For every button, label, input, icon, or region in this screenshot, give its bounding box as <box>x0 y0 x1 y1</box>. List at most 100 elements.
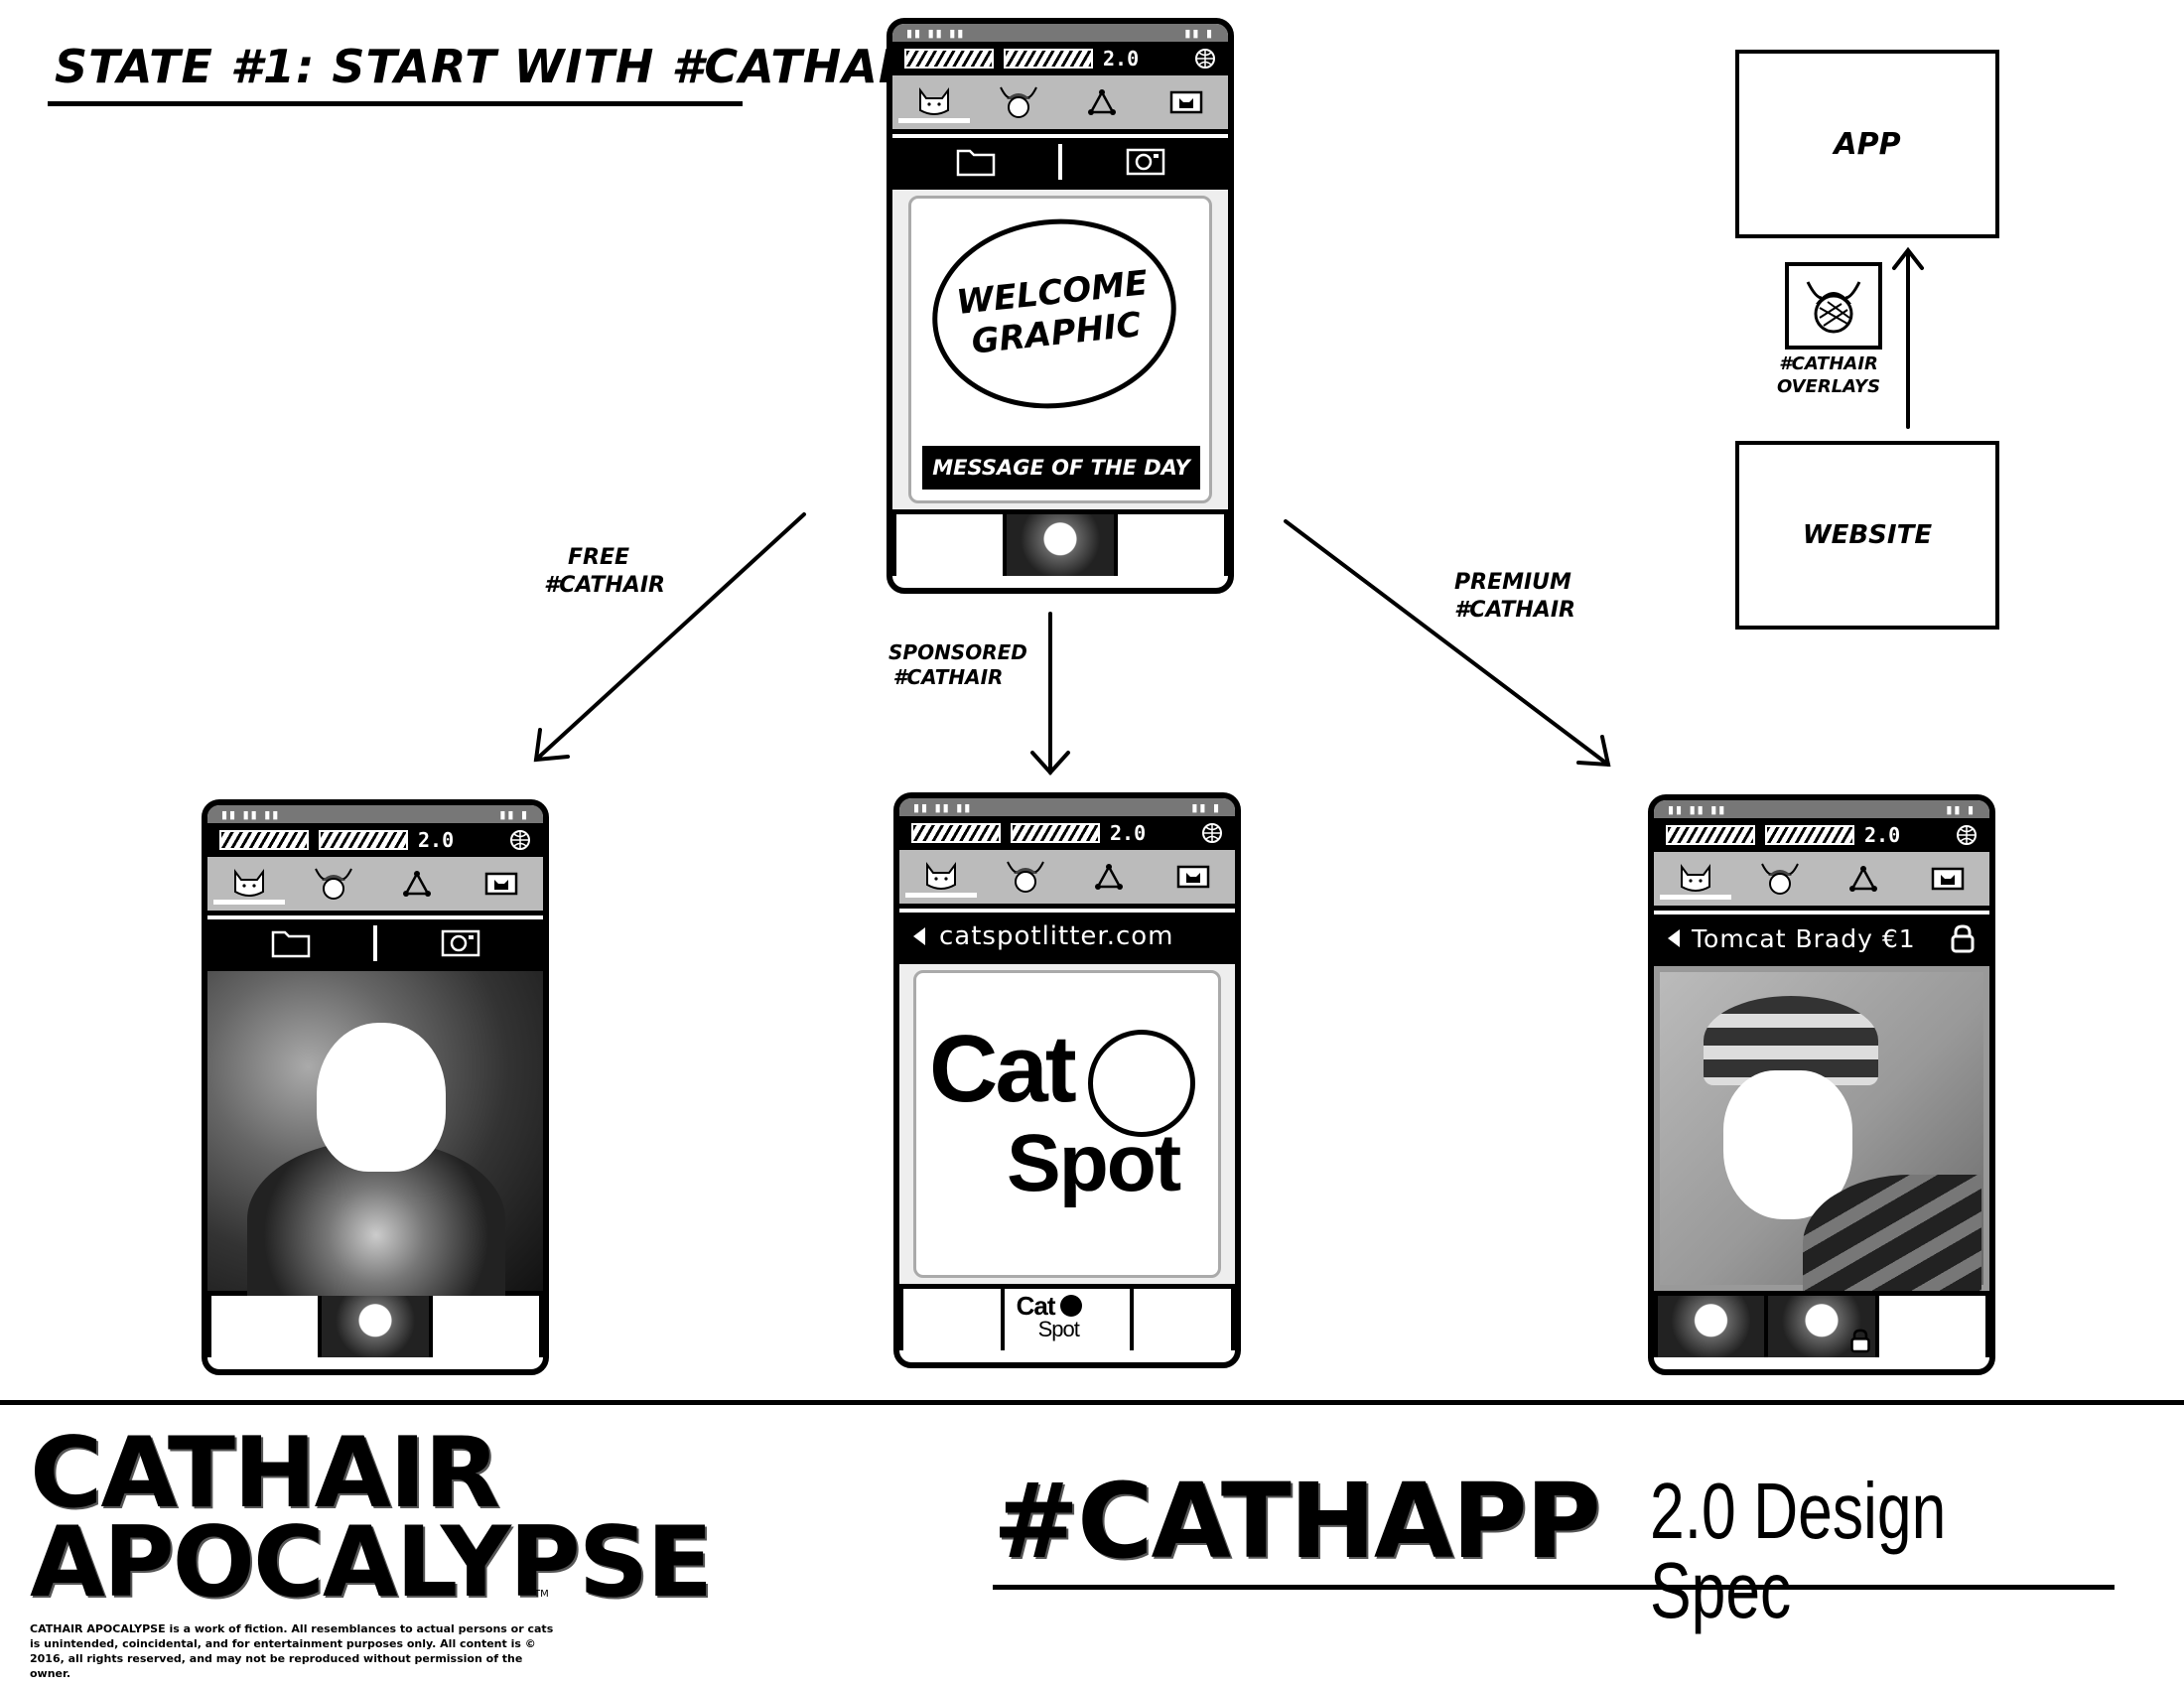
thumbnail-empty[interactable] <box>899 1289 1005 1350</box>
app-label: APP <box>1834 126 1901 162</box>
tab-cat[interactable] <box>905 857 978 898</box>
thumbnail-empty[interactable] <box>1134 1289 1235 1350</box>
tab-cat[interactable] <box>898 82 971 123</box>
thumbnail-selected[interactable] <box>1007 514 1118 576</box>
website-label: WEBSITE <box>1802 520 1933 550</box>
camera-icon <box>1126 148 1164 176</box>
tab-share[interactable] <box>1842 859 1885 899</box>
arrow-premium <box>1284 519 1610 767</box>
meter-2 <box>1004 49 1093 69</box>
thumbnail-locked[interactable] <box>1768 1296 1879 1357</box>
meter-2 <box>1011 823 1100 843</box>
tab-bar <box>1654 852 1989 911</box>
info-bar: 2.0 <box>1654 818 1989 852</box>
thumbnail-sponsor-logo[interactable]: Cat Spot <box>1004 1289 1135 1350</box>
viking-cat-icon <box>1760 863 1799 895</box>
camera-button[interactable] <box>1062 138 1228 186</box>
tab-share[interactable] <box>1080 82 1124 122</box>
tab-bar <box>899 850 1235 909</box>
tv-cat-icon <box>1176 865 1209 889</box>
tab-viking[interactable] <box>312 864 355 904</box>
toolbar <box>207 915 543 967</box>
globe-icon[interactable] <box>1194 48 1216 70</box>
camera-icon <box>441 929 479 957</box>
tab-tv[interactable] <box>1926 859 1970 899</box>
meter-2 <box>1765 825 1854 845</box>
thumbnail-empty[interactable] <box>207 1296 323 1357</box>
status-bar: ▮▮ ▮▮ ▮▮ ▮▮ ▮ <box>892 24 1228 42</box>
tv-cat-icon <box>1931 867 1964 891</box>
thumb-logo-spot: Spot <box>1037 1317 1080 1341</box>
tab-viking[interactable] <box>1004 857 1047 897</box>
toolbar <box>892 134 1228 186</box>
meter-2 <box>319 830 408 850</box>
back-arrow-icon[interactable] <box>913 927 925 945</box>
spec-title: 2.0 Design Spec <box>1650 1467 1947 1634</box>
share-icon <box>1849 866 1878 892</box>
disclaimer-text: CATHAIR APOCALYPSE is a work of fiction.… <box>30 1622 554 1680</box>
label-premium: PREMIUM #CATHAIR <box>1454 570 1575 623</box>
meter-1 <box>904 49 994 69</box>
lock-icon <box>1849 1329 1870 1353</box>
camera-button[interactable] <box>377 919 543 967</box>
phone-premium: ▮▮ ▮▮ ▮▮ ▮▮ ▮ 2.0 Tomcat Brady €1 <box>1648 794 1995 1375</box>
tab-bar <box>207 857 543 915</box>
tab-cat[interactable] <box>1660 859 1732 900</box>
thumbnail-selected[interactable] <box>322 1296 433 1357</box>
thumbnail-strip <box>892 509 1228 576</box>
overlay-label: #CATHAIR OVERLAYS <box>1776 353 1881 397</box>
tab-viking[interactable] <box>1758 859 1802 899</box>
thumbnail-strip: Cat Spot <box>899 1284 1235 1350</box>
folder-icon <box>956 149 995 177</box>
sponsor-url-bar[interactable]: catspotlitter.com <box>899 909 1235 960</box>
tab-cat[interactable] <box>213 864 286 905</box>
thumbnail-empty[interactable] <box>1117 514 1228 576</box>
spec-title-underline <box>993 1585 2115 1590</box>
tv-cat-icon <box>484 872 517 896</box>
tab-tv[interactable] <box>1164 82 1208 122</box>
tab-tv[interactable] <box>479 864 523 904</box>
tab-share[interactable] <box>395 864 439 904</box>
overlay-thumb <box>1785 262 1882 350</box>
signal-icon: ▮▮ ▮▮ ▮▮ <box>1668 802 1727 816</box>
lock-icon <box>1951 924 1975 953</box>
meter-1 <box>911 823 1001 843</box>
tab-share[interactable] <box>1087 857 1131 897</box>
battery-icon: ▮▮ ▮ <box>1946 802 1976 816</box>
battery-icon: ▮▮ ▮ <box>499 807 529 821</box>
cat-face-icon <box>919 87 950 115</box>
phone-sponsored: ▮▮ ▮▮ ▮▮ ▮▮ ▮ 2.0 catspotlitter.com Cat S… <box>893 792 1241 1368</box>
sponsor-url: catspotlitter.com <box>939 921 1174 951</box>
version-label: 2.0 <box>418 828 455 852</box>
thumbnail-empty[interactable] <box>432 1296 543 1357</box>
meter-1 <box>1666 825 1755 845</box>
app-box: APP <box>1735 50 1999 238</box>
thumbnail-strip <box>1654 1291 1989 1357</box>
tab-tv[interactable] <box>1171 857 1215 897</box>
tab-viking[interactable] <box>997 82 1040 122</box>
thumbnail-strip <box>207 1291 543 1357</box>
thumbnail-owned[interactable] <box>1654 1296 1769 1357</box>
status-bar: ▮▮ ▮▮ ▮▮ ▮▮ ▮ <box>899 798 1235 816</box>
globe-icon[interactable] <box>509 829 531 851</box>
share-icon <box>1095 864 1124 890</box>
cat-face-icon <box>1681 864 1711 892</box>
back-arrow-icon[interactable] <box>1668 929 1680 947</box>
thumbnail-empty[interactable] <box>892 514 1008 576</box>
status-bar: ▮▮ ▮▮ ▮▮ ▮▮ ▮ <box>1654 800 1989 818</box>
folder-button[interactable] <box>892 138 1058 186</box>
globe-icon[interactable] <box>1201 822 1223 844</box>
premium-overlay-title: Tomcat Brady €1 <box>1692 923 1916 953</box>
photo-overlay-preview <box>1654 962 1989 1291</box>
content-area: Cat Spot <box>899 960 1235 1284</box>
info-bar: 2.0 <box>899 816 1235 850</box>
version-label: 2.0 <box>1110 821 1147 845</box>
version-label: 2.0 <box>1103 47 1140 70</box>
message-of-the-day-text: Message of the Day <box>932 456 1190 480</box>
tv-cat-icon <box>1169 90 1202 114</box>
cat-face-icon <box>234 869 265 897</box>
thumbnail-empty[interactable] <box>1878 1296 1989 1357</box>
folder-button[interactable] <box>207 919 373 967</box>
globe-icon[interactable] <box>1956 824 1978 846</box>
premium-title-bar[interactable]: Tomcat Brady €1 <box>1654 911 1989 962</box>
